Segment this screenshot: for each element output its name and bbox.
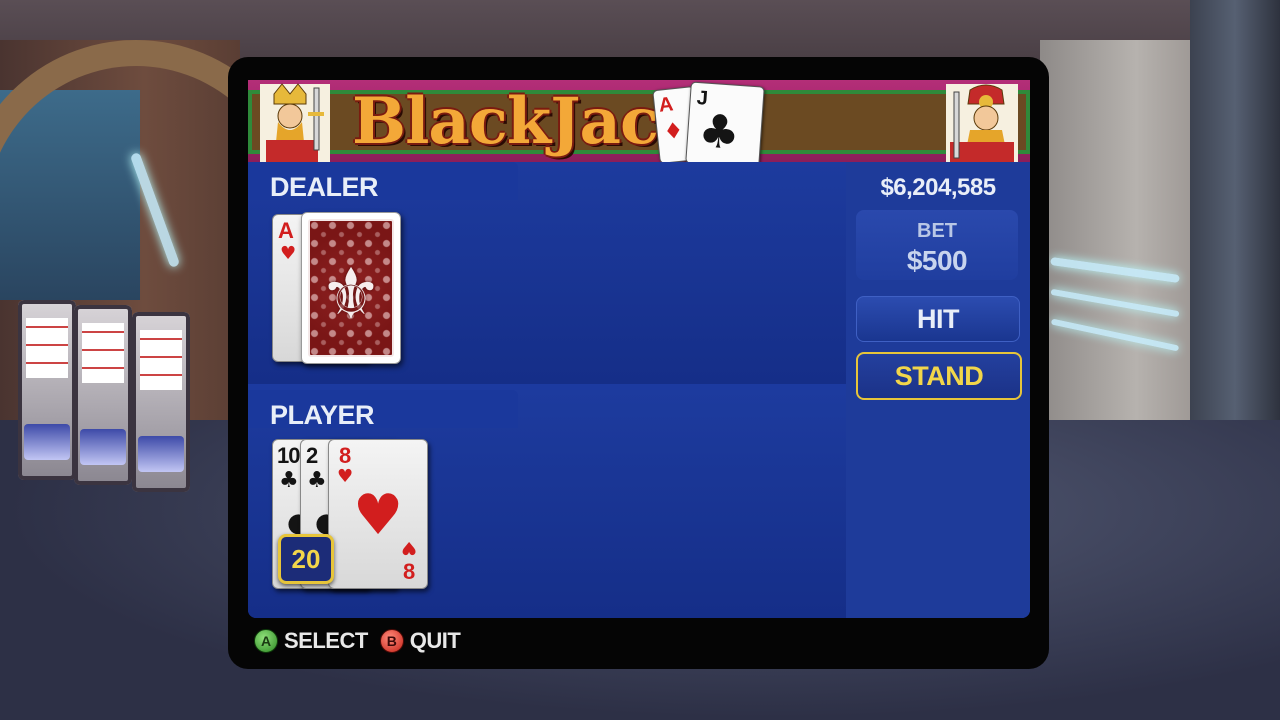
controls-hint-bar: A SELECT B QUIT	[254, 624, 461, 658]
fleur-de-lis-icon: ⚜	[319, 253, 383, 335]
banner-title: BlackJack	[352, 84, 702, 159]
slot-machine	[18, 300, 76, 480]
card-rank-bottom: 8	[403, 559, 416, 584]
card-rank: A	[278, 218, 294, 243]
banner-jack-card: J ♣	[685, 81, 765, 162]
bet-label: BET	[917, 220, 957, 242]
select-hint[interactable]: A SELECT	[254, 628, 368, 654]
club-icon: ♣	[696, 103, 742, 160]
pillar	[1190, 0, 1280, 430]
slot-machine	[132, 312, 190, 492]
banner-ace-rank: A	[657, 93, 675, 117]
card-rank: 8	[339, 443, 352, 468]
hand-total-badge: 20	[278, 534, 334, 584]
diamond-icon: ♦	[662, 118, 685, 146]
bet-value: $500	[906, 245, 968, 276]
dealer-area: DEALER A ♥ ⚜	[248, 162, 846, 384]
quit-label: QUIT	[409, 628, 461, 653]
player-area: PLAYER 10 ♣ ● 2 ♣ ● 8 ♥ ♥ ♥ 8 20	[248, 390, 846, 618]
dealer-card-facedown: ⚜	[301, 212, 401, 364]
card-rank: 10	[277, 443, 301, 468]
card-back-design: ⚜	[308, 219, 394, 357]
heart-icon: ♥	[353, 483, 404, 548]
slot-machine	[74, 305, 132, 485]
heart-icon: ♥	[401, 537, 418, 558]
heart-icon: ♥	[337, 466, 354, 487]
a-button-icon: A	[254, 629, 278, 653]
club-icon: ♣	[307, 468, 327, 493]
player-label: PLAYER	[270, 400, 375, 430]
side-panel: $6,204,585 BET $500 HIT STAND	[846, 162, 1030, 618]
club-icon: ♣	[279, 468, 299, 493]
king-face-icon	[260, 83, 330, 162]
b-button-icon: B	[379, 629, 404, 653]
dealer-label: DEALER	[270, 172, 379, 202]
hit-button[interactable]: HIT	[856, 296, 1020, 342]
bankroll-amount: $6,204,585	[880, 174, 996, 201]
bet-box: BET $500	[856, 210, 1018, 280]
quit-hint[interactable]: B QUIT	[379, 628, 461, 654]
title-banner: BlackJack A ♦ J ♣	[248, 80, 1030, 162]
jack-face-icon	[946, 84, 1018, 162]
heart-icon: ♥	[280, 243, 297, 264]
game-table: DEALER A ♥ ⚜ PLAYER 10 ♣ ● 2 ♣ ● 8 ♥ ♥ ♥…	[248, 162, 1030, 618]
select-label: SELECT	[284, 628, 368, 653]
player-card-8: 8 ♥ ♥ ♥ 8	[328, 439, 428, 589]
stand-button[interactable]: STAND	[856, 352, 1022, 400]
card-rank: 2	[306, 443, 319, 468]
